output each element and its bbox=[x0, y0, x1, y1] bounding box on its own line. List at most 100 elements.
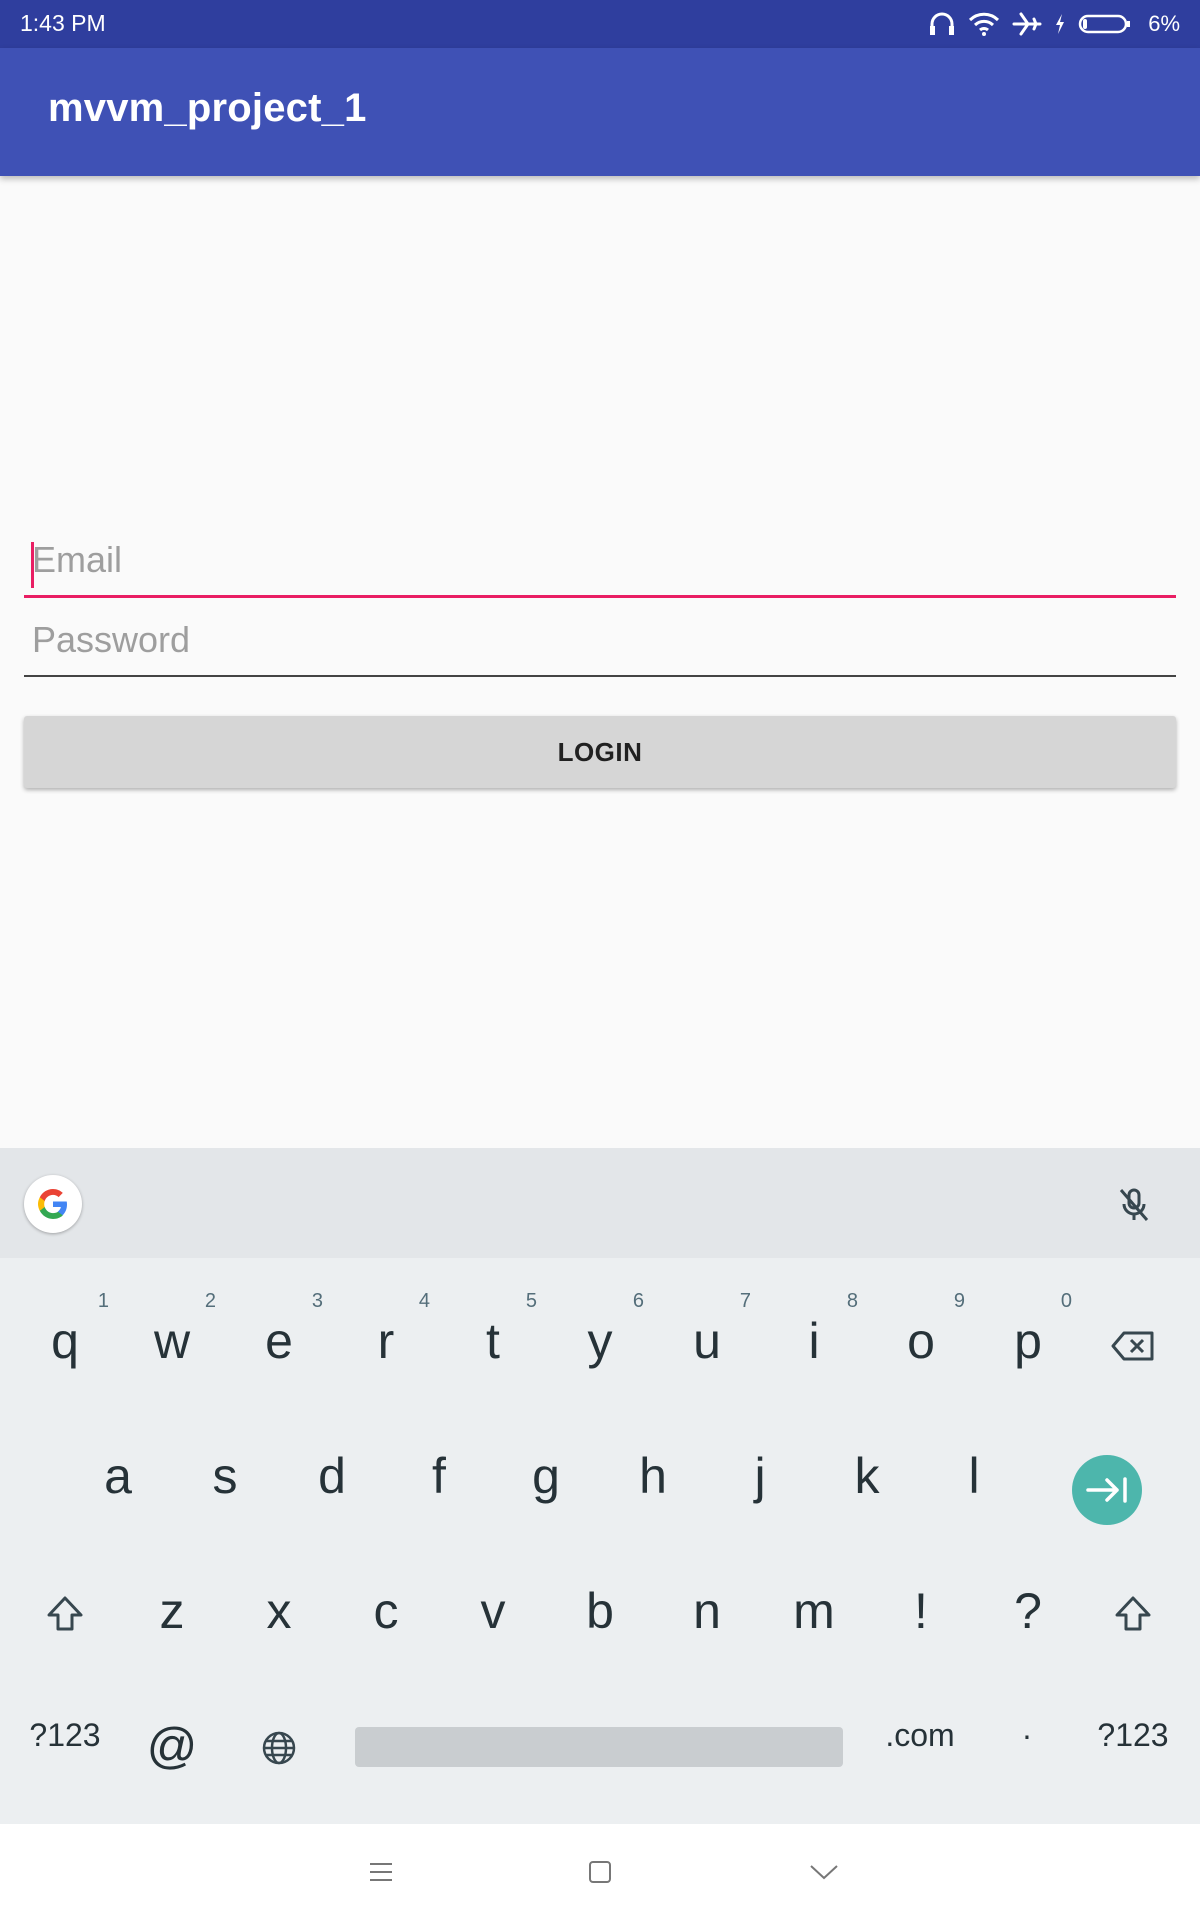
key-label: c bbox=[373, 1583, 399, 1639]
email-field-container bbox=[24, 525, 1176, 598]
key-p[interactable]: 0p bbox=[978, 1290, 1078, 1400]
status-bar: 1:43 PM 6% bbox=[0, 0, 1200, 48]
key-u[interactable]: 7u bbox=[657, 1290, 757, 1400]
recent-apps-button[interactable] bbox=[357, 1848, 405, 1896]
key-label: e bbox=[265, 1313, 293, 1369]
shift-key-left[interactable] bbox=[15, 1560, 115, 1670]
key-k[interactable]: k bbox=[817, 1425, 917, 1535]
key-label: j bbox=[754, 1448, 766, 1504]
password-field[interactable] bbox=[24, 605, 1176, 675]
key-t[interactable]: 5t bbox=[443, 1290, 543, 1400]
key-label: n bbox=[693, 1583, 721, 1639]
email-field[interactable] bbox=[24, 525, 1176, 595]
key-label: d bbox=[318, 1448, 346, 1504]
key-j[interactable]: j bbox=[710, 1425, 810, 1535]
key-m[interactable]: m bbox=[764, 1560, 864, 1670]
key-label: p bbox=[1014, 1313, 1042, 1369]
key-label: · bbox=[1021, 1717, 1033, 1753]
text-cursor bbox=[31, 542, 34, 588]
google-search-button[interactable] bbox=[24, 1175, 82, 1233]
headphones-icon bbox=[930, 12, 955, 35]
key-label: h bbox=[639, 1448, 667, 1504]
key-label: l bbox=[968, 1448, 980, 1504]
key-y[interactable]: 6y bbox=[550, 1290, 650, 1400]
key-label: o bbox=[907, 1313, 935, 1369]
key-x[interactable]: x bbox=[229, 1560, 329, 1670]
key-exclamation[interactable]: ! bbox=[871, 1560, 971, 1670]
key-hint: 9 bbox=[953, 1290, 965, 1312]
key-hint: 5 bbox=[525, 1290, 537, 1312]
period-key[interactable]: · bbox=[977, 1695, 1077, 1805]
key-hint: 3 bbox=[311, 1290, 323, 1312]
space-bar[interactable] bbox=[355, 1727, 843, 1767]
navigation-bar bbox=[0, 1824, 1200, 1920]
google-icon bbox=[38, 1189, 67, 1219]
key-a[interactable]: a bbox=[68, 1425, 168, 1535]
enter-icon bbox=[1086, 1477, 1127, 1503]
key-label: v bbox=[480, 1583, 506, 1639]
key-q[interactable]: 1q bbox=[15, 1290, 115, 1400]
key-z[interactable]: z bbox=[122, 1560, 222, 1670]
shift-icon bbox=[1115, 1596, 1151, 1631]
airplane-icon bbox=[1012, 12, 1042, 36]
key-label: s bbox=[212, 1448, 238, 1504]
key-hint: 1 bbox=[97, 1290, 109, 1312]
voice-input-button[interactable] bbox=[1110, 1181, 1158, 1229]
app-bar: mvvm_project_1 bbox=[0, 48, 1200, 176]
key-label: a bbox=[104, 1448, 132, 1504]
globe-icon bbox=[262, 1731, 296, 1765]
back-icon bbox=[810, 1865, 838, 1880]
keyboard-suggestion-strip bbox=[0, 1148, 1200, 1258]
key-hint: 4 bbox=[418, 1290, 430, 1312]
dotcom-key[interactable]: .com bbox=[870, 1695, 970, 1805]
key-v[interactable]: v bbox=[443, 1560, 543, 1670]
symbols-key-right[interactable]: ?123 bbox=[1083, 1695, 1183, 1805]
symbols-key-left[interactable]: ?123 bbox=[15, 1695, 115, 1805]
key-s[interactable]: s bbox=[175, 1425, 275, 1535]
key-label: ! bbox=[914, 1583, 928, 1639]
key-label: i bbox=[808, 1313, 820, 1369]
key-label: w bbox=[153, 1313, 191, 1369]
key-l[interactable]: l bbox=[924, 1425, 1024, 1535]
charging-icon bbox=[1056, 14, 1065, 34]
app-title: mvvm_project_1 bbox=[48, 86, 367, 130]
key-o[interactable]: 9o bbox=[871, 1290, 971, 1400]
key-question[interactable]: ? bbox=[978, 1560, 1078, 1670]
shift-key-right[interactable] bbox=[1083, 1560, 1183, 1670]
key-e[interactable]: 3e bbox=[229, 1290, 329, 1400]
key-hint: 6 bbox=[632, 1290, 644, 1312]
key-label: ?123 bbox=[29, 1717, 101, 1753]
backspace-key[interactable] bbox=[1083, 1290, 1183, 1400]
key-i[interactable]: 8i bbox=[764, 1290, 864, 1400]
key-hint: 7 bbox=[739, 1290, 751, 1312]
language-key[interactable] bbox=[229, 1695, 329, 1805]
back-button[interactable] bbox=[800, 1848, 848, 1896]
key-at[interactable]: @ bbox=[122, 1695, 222, 1805]
key-c[interactable]: c bbox=[336, 1560, 436, 1670]
wifi-icon bbox=[969, 12, 1000, 36]
key-g[interactable]: g bbox=[496, 1425, 596, 1535]
key-b[interactable]: b bbox=[550, 1560, 650, 1670]
key-d[interactable]: d bbox=[282, 1425, 382, 1535]
login-button[interactable]: LOGIN bbox=[24, 716, 1176, 788]
key-label: q bbox=[51, 1313, 79, 1369]
status-icons: 6% bbox=[928, 8, 1180, 40]
key-w[interactable]: 2w bbox=[122, 1290, 222, 1400]
key-r[interactable]: 4r bbox=[336, 1290, 436, 1400]
home-button[interactable] bbox=[576, 1848, 624, 1896]
status-time: 1:43 PM bbox=[20, 10, 106, 36]
menu-icon bbox=[370, 1863, 392, 1881]
battery-icon bbox=[1078, 14, 1131, 34]
key-h[interactable]: h bbox=[603, 1425, 703, 1535]
password-field-container bbox=[24, 605, 1176, 677]
key-hint: 8 bbox=[846, 1290, 858, 1312]
key-hint: 2 bbox=[204, 1290, 216, 1312]
enter-key[interactable] bbox=[1072, 1455, 1142, 1525]
key-n[interactable]: n bbox=[657, 1560, 757, 1670]
home-icon bbox=[589, 1861, 611, 1883]
key-hint: 0 bbox=[1060, 1290, 1072, 1312]
shift-icon bbox=[47, 1596, 83, 1631]
key-label: ? bbox=[1014, 1583, 1042, 1639]
key-label: @ bbox=[146, 1718, 198, 1774]
key-f[interactable]: f bbox=[389, 1425, 489, 1535]
